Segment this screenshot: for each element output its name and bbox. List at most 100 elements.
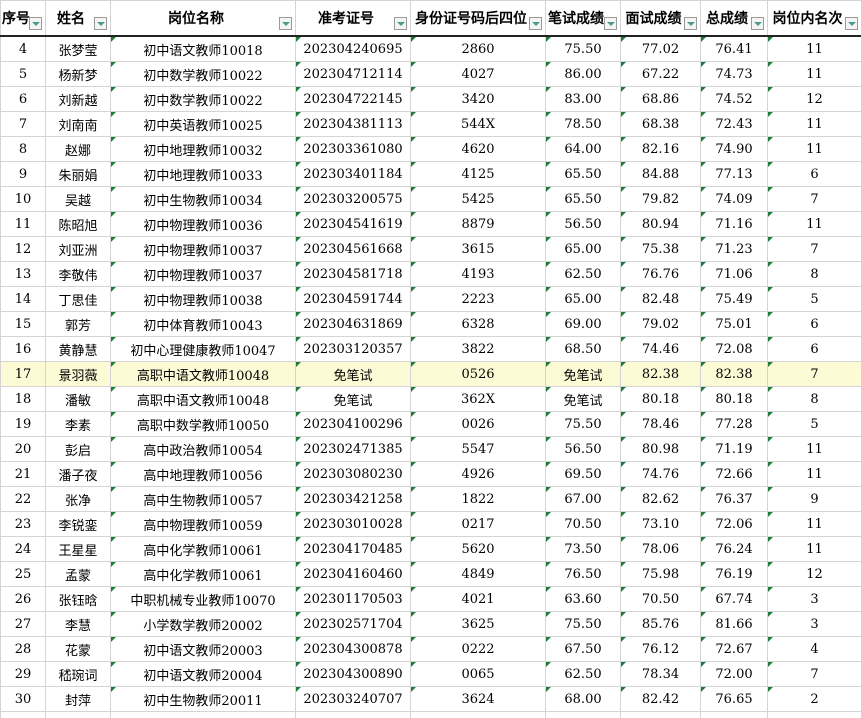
cell-written[interactable]: 78.50 bbox=[546, 112, 621, 137]
cell-ticket[interactable]: 202302571704 bbox=[296, 612, 411, 637]
filter-dropdown-icon[interactable] bbox=[279, 17, 292, 30]
cell-written[interactable]: 69.00 bbox=[546, 312, 621, 337]
cell-id4[interactable]: 4027 bbox=[411, 62, 546, 87]
cell-ticket[interactable]: 202303120357 bbox=[296, 337, 411, 362]
cell-rank[interactable]: 11 bbox=[768, 36, 861, 62]
table-row[interactable]: 18潘敏高职中语文教师10048免笔试362X免笔试80.1880.188 bbox=[1, 387, 861, 412]
cell-no[interactable]: 30 bbox=[1, 687, 46, 712]
cell-name[interactable]: 嵇琬词 bbox=[46, 662, 111, 687]
cell-name[interactable]: 潘子夜 bbox=[46, 462, 111, 487]
cell-name[interactable]: 杨新梦 bbox=[46, 62, 111, 87]
cell-written[interactable]: 75.50 bbox=[546, 36, 621, 62]
cell-ticket[interactable]: 202304541619 bbox=[296, 212, 411, 237]
cell-name[interactable]: 丁思佳 bbox=[46, 287, 111, 312]
table-row[interactable]: 23李锐銮高中物理教师10059202303010028021770.5073.… bbox=[1, 512, 861, 537]
table-row[interactable]: 26张钰晗中职机械专业教师10070202301170503402163.607… bbox=[1, 587, 861, 612]
table-row[interactable]: 15郭芳初中体育教师10043202304631869632869.0079.0… bbox=[1, 312, 861, 337]
cell-interview[interactable]: 79.82 bbox=[621, 187, 701, 212]
cell-interview[interactable]: 82.48 bbox=[621, 287, 701, 312]
cell-post[interactable]: 中职机械专业教师10070 bbox=[111, 587, 296, 612]
cell-id4[interactable]: 1822 bbox=[411, 487, 546, 512]
cell-post[interactable]: 高中化学教师10061 bbox=[111, 537, 296, 562]
cell-post[interactable]: 初中物理教师10038 bbox=[111, 287, 296, 312]
cell-rank[interactable]: 7 bbox=[768, 662, 861, 687]
cell-total[interactable]: 71.23 bbox=[701, 237, 768, 262]
cell-no[interactable]: 22 bbox=[1, 487, 46, 512]
cell-post[interactable]: 初中英语教师10025 bbox=[111, 112, 296, 137]
cell-interview[interactable]: 82.62 bbox=[621, 487, 701, 512]
cell-id4[interactable]: 362X bbox=[411, 387, 546, 412]
cell-no[interactable]: 25 bbox=[1, 562, 46, 587]
cell-ticket[interactable]: 202304381113 bbox=[296, 112, 411, 137]
cell-no[interactable]: 15 bbox=[1, 312, 46, 337]
cell-written[interactable]: 65.50 bbox=[546, 187, 621, 212]
cell-rank[interactable]: 12 bbox=[768, 562, 861, 587]
table-row[interactable]: 25孟蒙高中化学教师10061202304160460484976.5075.9… bbox=[1, 562, 861, 587]
cell-rank[interactable]: 6 bbox=[768, 337, 861, 362]
cell-id4[interactable]: 4849 bbox=[411, 562, 546, 587]
cell-rank[interactable]: 12 bbox=[768, 87, 861, 112]
cell-written[interactable]: 68.50 bbox=[546, 337, 621, 362]
table-row[interactable]: 8赵娜初中地理教师10032202303361080462064.0082.16… bbox=[1, 137, 861, 162]
cell-total[interactable]: 76.41 bbox=[701, 36, 768, 62]
cell-name[interactable]: 刘亚洲 bbox=[46, 237, 111, 262]
cell-rank[interactable]: 5 bbox=[768, 412, 861, 437]
cell-name[interactable]: 彭启 bbox=[46, 437, 111, 462]
table-row[interactable]: 14丁思佳初中物理教师10038202304591744222365.0082.… bbox=[1, 287, 861, 312]
cell-id4[interactable]: 3615 bbox=[411, 237, 546, 262]
cell-rank[interactable]: 11 bbox=[768, 137, 861, 162]
cell-written[interactable]: 76.50 bbox=[546, 562, 621, 587]
cell-total[interactable]: 72.00 bbox=[701, 662, 768, 687]
cell-post[interactable]: 高中政治教师10054 bbox=[111, 437, 296, 462]
cell-written[interactable]: 67.50 bbox=[546, 637, 621, 662]
cell-name[interactable]: 李素 bbox=[46, 412, 111, 437]
table-row[interactable]: 22张净高中生物教师10057202303421258182267.0082.6… bbox=[1, 487, 861, 512]
cell-written[interactable]: 64.00 bbox=[546, 137, 621, 162]
cell-interview[interactable]: 76.76 bbox=[621, 262, 701, 287]
cell-rank[interactable]: 7 bbox=[768, 187, 861, 212]
cell-interview[interactable]: 84.88 bbox=[621, 162, 701, 187]
cell-no[interactable]: 17 bbox=[1, 362, 46, 387]
table-row[interactable]: 19李素高职中数学教师10050202304100296002675.5078.… bbox=[1, 412, 861, 437]
cell-id4[interactable]: 3822 bbox=[411, 337, 546, 362]
cell-no[interactable]: 29 bbox=[1, 662, 46, 687]
cell-name[interactable]: 李慧 bbox=[46, 612, 111, 637]
cell-id4[interactable]: 4021 bbox=[411, 587, 546, 612]
cell-interview[interactable]: 73.10 bbox=[621, 512, 701, 537]
cell-ticket[interactable]: 202304712114 bbox=[296, 62, 411, 87]
cell-id4[interactable]: 2223 bbox=[411, 287, 546, 312]
table-row[interactable]: 16黄静慧初中心理健康教师10047202303120357382268.507… bbox=[1, 337, 861, 362]
cell-post[interactable]: 高职中语文教师10048 bbox=[111, 362, 296, 387]
cell-interview[interactable]: 79.02 bbox=[621, 312, 701, 337]
cell-total[interactable]: 67.74 bbox=[701, 587, 768, 612]
cell-ticket[interactable]: 202304300890 bbox=[296, 662, 411, 687]
cell-post[interactable]: 高职中语文教师10048 bbox=[111, 387, 296, 412]
cell-name[interactable]: 王星星 bbox=[46, 537, 111, 562]
cell-post[interactable]: 初中生物教师10034 bbox=[111, 187, 296, 212]
cell-interview[interactable]: 75.98 bbox=[621, 562, 701, 587]
cell-written[interactable]: 70.50 bbox=[546, 512, 621, 537]
cell-total[interactable]: 77.13 bbox=[701, 162, 768, 187]
cell-rank[interactable]: 6 bbox=[768, 312, 861, 337]
cell-ticket[interactable]: 202303240707 bbox=[296, 687, 411, 712]
cell-written[interactable]: 63.60 bbox=[546, 587, 621, 612]
cell-written[interactable]: 56.50 bbox=[546, 212, 621, 237]
cell-no[interactable]: 16 bbox=[1, 337, 46, 362]
cell-name[interactable]: 封萍 bbox=[46, 687, 111, 712]
cell-interview[interactable]: 68.38 bbox=[621, 112, 701, 137]
cell-id4[interactable]: 0217 bbox=[411, 512, 546, 537]
filter-dropdown-icon[interactable] bbox=[751, 17, 764, 30]
cell-interview[interactable]: 78.34 bbox=[621, 662, 701, 687]
cell-interview[interactable]: 67.22 bbox=[621, 62, 701, 87]
cell-no[interactable]: 13 bbox=[1, 262, 46, 287]
cell-rank[interactable]: 11 bbox=[768, 437, 861, 462]
cell-interview[interactable]: 85.76 bbox=[621, 612, 701, 637]
cell-name[interactable]: 李敬伟 bbox=[46, 262, 111, 287]
cell-rank[interactable]: 4 bbox=[768, 637, 861, 662]
cell-rank[interactable]: 7 bbox=[768, 237, 861, 262]
cell-ticket[interactable]: 免笔试 bbox=[296, 387, 411, 412]
filter-dropdown-icon[interactable] bbox=[394, 17, 407, 30]
table-row[interactable]: 4张梦莹初中语文教师10018202304240695286075.5077.0… bbox=[1, 36, 861, 62]
cell-no[interactable]: 7 bbox=[1, 112, 46, 137]
cell-rank[interactable]: 9 bbox=[768, 487, 861, 512]
